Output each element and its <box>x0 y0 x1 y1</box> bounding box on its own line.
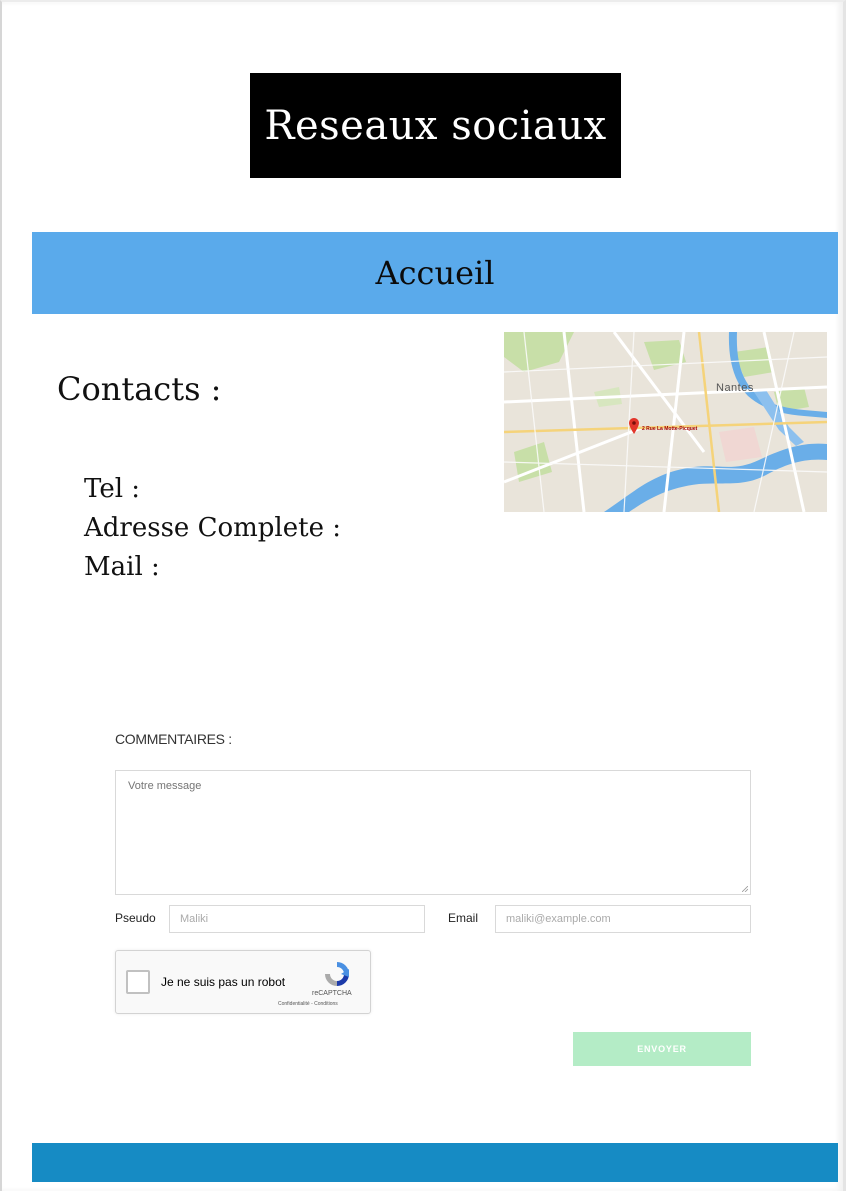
contact-phone-label: Tel : <box>84 474 141 504</box>
resize-grip-icon[interactable] <box>742 886 748 892</box>
nav-bar: Accueil <box>32 232 838 314</box>
pseudo-label: Pseudo <box>115 911 156 925</box>
map-city-label: Nantes <box>716 382 754 394</box>
map-graphic <box>504 332 827 512</box>
recaptcha-links[interactable]: Confidentialité - Conditions <box>278 1001 338 1007</box>
recaptcha-logo-icon <box>325 962 349 986</box>
recaptcha-widget: Je ne suis pas un robot reCAPTCHA Confid… <box>115 950 371 1014</box>
send-button[interactable]: ENVOYER <box>573 1032 751 1066</box>
comments-heading: COMMENTAIRES : <box>115 731 232 747</box>
contact-mail-label: Mail : <box>84 552 160 582</box>
pseudo-input[interactable]: Maliki <box>169 905 425 933</box>
recaptcha-brand: reCAPTCHA <box>312 990 352 997</box>
nav-item-home[interactable]: Accueil <box>376 254 495 292</box>
email-label: Email <box>448 911 479 925</box>
contact-details: Tel : Adresse Complete : Mail : <box>84 470 341 587</box>
email-input[interactable]: maliki@example.com <box>495 905 751 933</box>
location-map[interactable]: Nantes 2 Rue La Motte-Picquet <box>504 332 827 512</box>
contact-address-label: Adresse Complete : <box>84 513 341 543</box>
recaptcha-label: Je ne suis pas un robot <box>161 975 286 989</box>
map-pin-icon[interactable] <box>629 418 639 434</box>
map-address-label: 2 Rue La Motte-Picquet <box>642 426 698 432</box>
footer-bar <box>32 1143 838 1182</box>
site-logo[interactable]: Reseaux sociaux <box>250 73 621 178</box>
message-textarea[interactable] <box>115 770 751 895</box>
recaptcha-checkbox[interactable] <box>126 970 150 994</box>
contacts-heading: Contacts : <box>57 370 222 408</box>
page: Reseaux sociaux Accueil Contacts : Tel :… <box>0 0 846 1191</box>
site-logo-text: Reseaux sociaux <box>264 102 607 149</box>
